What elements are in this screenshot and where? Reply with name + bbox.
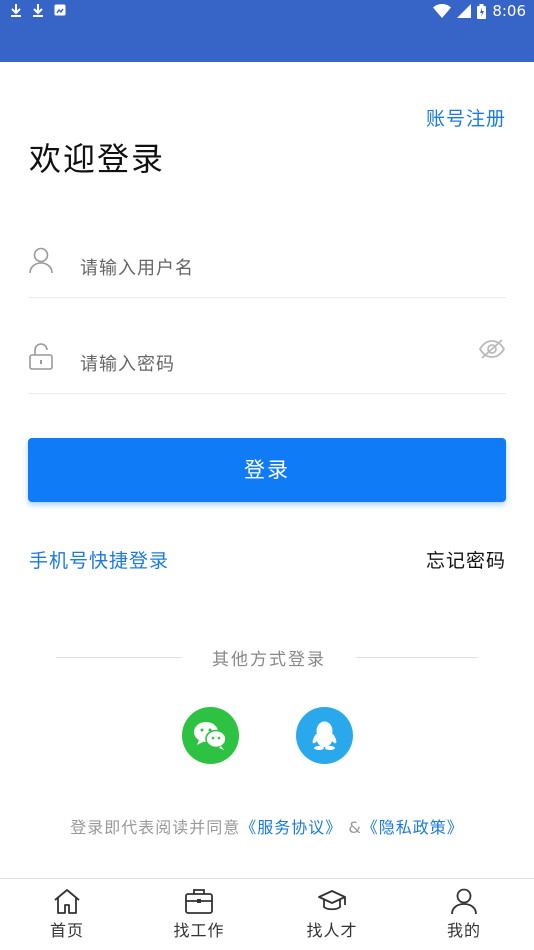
home-icon — [54, 889, 80, 914]
user-icon — [29, 247, 53, 274]
battery-icon — [477, 3, 487, 19]
tab-me-label: 我的 — [446, 921, 481, 940]
clock: 8:06 — [492, 2, 526, 20]
agreement-text: 登录即代表阅读并同意《服务协议》 &《隐私政策》 — [0, 814, 534, 838]
password-placeholder: 请输入密码 — [80, 354, 175, 375]
wifi-icon — [433, 4, 452, 18]
username-field[interactable]: 请输入用户名 — [28, 238, 506, 298]
tab-home[interactable]: 首页 — [27, 887, 107, 941]
divider-left — [56, 657, 182, 658]
download-icon — [33, 4, 43, 17]
divider-right — [356, 657, 478, 658]
download-icon — [11, 4, 21, 17]
person-icon — [451, 888, 477, 915]
login-button[interactable]: 登录 — [28, 438, 506, 502]
forgot-password-link[interactable]: 忘记密码 — [426, 546, 506, 573]
qq-login-button[interactable] — [296, 707, 353, 764]
tab-find-talent-label: 找人才 — [306, 921, 358, 940]
bottom-tab-bar: 首页 找工作 找人才 我的 — [0, 878, 534, 950]
lock-icon — [29, 343, 53, 370]
tab-find-talent[interactable]: 找人才 — [292, 887, 372, 941]
system-status-icons: 8:06 — [433, 2, 526, 20]
agreement-prefix: 登录即代表阅读并同意 — [70, 818, 241, 837]
register-link[interactable]: 账号注册 — [426, 104, 506, 131]
tab-find-job[interactable]: 找工作 — [159, 887, 239, 941]
eye-hidden-icon[interactable] — [478, 338, 506, 360]
privacy-link[interactable]: 《隐私政策》 — [362, 818, 464, 837]
tab-home-label: 首页 — [49, 921, 84, 940]
page-title: 欢迎登录 — [29, 140, 166, 178]
status-bar: 8:06 — [0, 0, 534, 62]
terms-link[interactable]: 《服务协议》 — [240, 818, 342, 837]
notification-icons — [10, 3, 66, 17]
graduation-cap-icon — [318, 890, 346, 911]
tab-me[interactable]: 我的 — [424, 887, 504, 941]
username-placeholder: 请输入用户名 — [80, 258, 194, 279]
briefcase-icon — [185, 889, 213, 914]
sms-login-link[interactable]: 手机号快捷登录 — [29, 546, 169, 573]
password-field[interactable]: 请输入密码 — [28, 334, 506, 394]
other-login-label: 其他方式登录 — [212, 650, 326, 670]
qq-icon — [312, 721, 337, 750]
wechat-login-button[interactable] — [182, 707, 239, 764]
wechat-icon — [194, 722, 227, 750]
signal-icon — [457, 4, 472, 18]
tab-find-job-label: 找工作 — [173, 921, 225, 940]
agreement-connector: & — [348, 818, 362, 837]
image-notification-icon — [54, 4, 66, 16]
